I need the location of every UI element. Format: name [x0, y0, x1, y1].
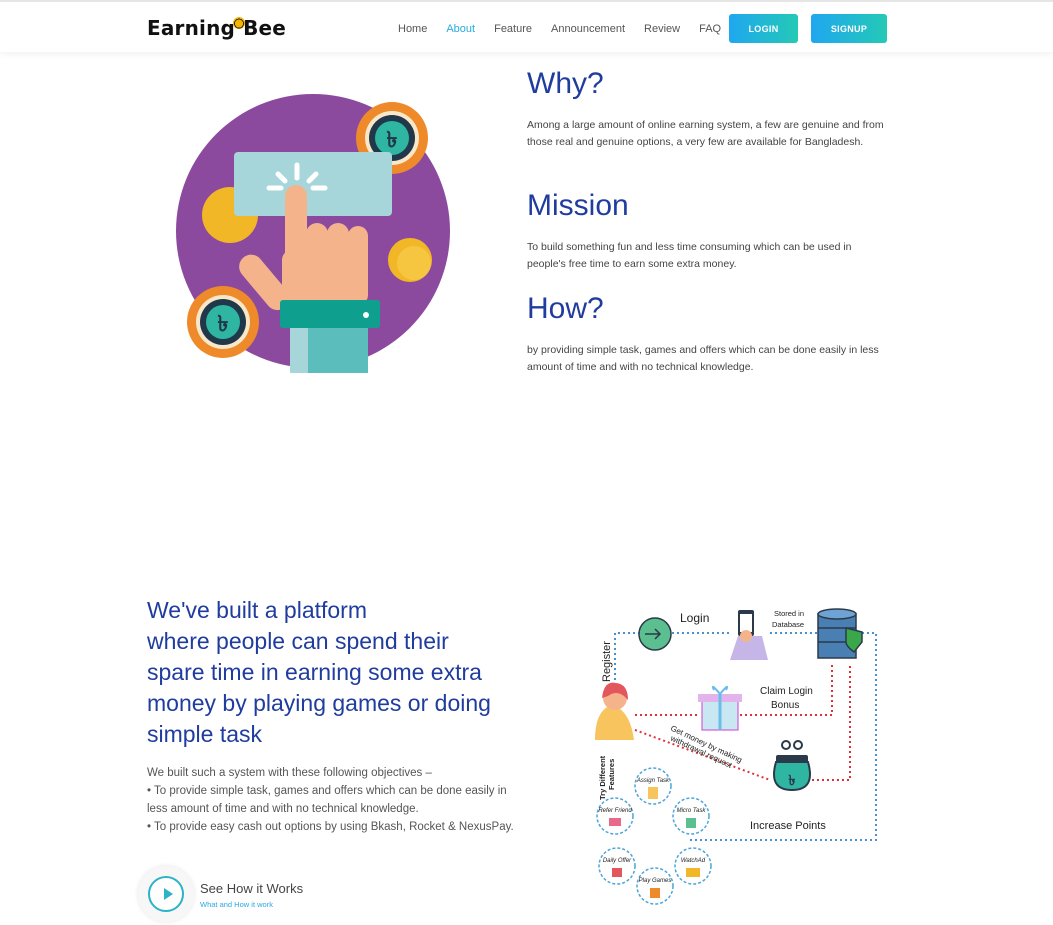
brand-name-part1: Earning: [147, 16, 236, 40]
about-illustration: ৳ ৳: [176, 94, 450, 373]
nav-item-home[interactable]: Home: [398, 23, 427, 35]
see-how-it-works-subtitle[interactable]: What and How it work: [200, 900, 273, 909]
why-block: Why? Among a large amount of online earn…: [527, 64, 892, 151]
platform-heading-line: money by playing games or doing: [147, 690, 491, 716]
login-button[interactable]: LOGIN: [729, 14, 798, 43]
flow-bonus: Bonus: [771, 700, 799, 711]
flow-diagram: Register Login Stored in Database Claim …: [595, 608, 877, 905]
nav-item-about[interactable]: About: [446, 23, 475, 35]
feature-label: Daily Offer: [603, 858, 632, 864]
why-text: Among a large amount of online earning s…: [527, 119, 884, 148]
platform-bullet: • To provide easy cash out options by us…: [147, 821, 514, 833]
feature-label: Play Games: [639, 878, 672, 884]
platform-section: We've built a platform where people can …: [147, 595, 527, 836]
how-text: by providing simple task, games and offe…: [527, 344, 879, 373]
mission-heading: Mission: [527, 189, 629, 222]
platform-bullet: • To provide simple task, games and offe…: [147, 785, 507, 815]
flow-database: Database: [772, 620, 804, 629]
svg-text:৳: ৳: [218, 312, 229, 337]
play-button[interactable]: [138, 866, 194, 922]
why-heading: Why?: [527, 67, 604, 100]
svg-text:৳: ৳: [789, 772, 796, 788]
feature-play-games: [636, 867, 674, 905]
dice-icon: [650, 888, 660, 898]
taka-coin-icon: ৳: [187, 286, 259, 358]
nav-item-faq[interactable]: FAQ: [699, 23, 721, 35]
screen-card: [234, 152, 392, 216]
feature-label: Assign Task: [636, 778, 670, 784]
gift-icon: [698, 685, 742, 731]
task-icon: [686, 818, 696, 828]
feature-label: Micro Task: [677, 808, 707, 814]
handshake-icon: [609, 818, 621, 826]
signup-button[interactable]: SIGNUP: [811, 14, 887, 43]
how-heading: How?: [527, 292, 604, 325]
tv-icon: [686, 868, 700, 877]
flow-try-different: Try Different: [598, 755, 607, 800]
feature-watch-ad: [674, 847, 712, 885]
see-how-it-works-title[interactable]: See How it Works: [200, 881, 303, 896]
svg-text:৳: ৳: [387, 128, 398, 153]
mission-block: Mission To build something fun and less …: [527, 186, 892, 273]
feature-refer-friend: [596, 797, 634, 835]
platform-heading: We've built a platform where people can …: [147, 595, 527, 750]
user-avatar-icon: [595, 682, 634, 740]
feature-micro-task: [672, 797, 710, 835]
flow-features: Features: [607, 759, 616, 790]
phone-icon: [730, 610, 768, 660]
login-icon: [638, 617, 672, 651]
see-how-it-works-link[interactable]: See How it Works What and How it work: [138, 866, 378, 922]
nav-item-feature[interactable]: Feature: [494, 23, 532, 35]
platform-heading-line: where people can spend their: [147, 628, 449, 654]
clipboard-icon: [648, 787, 658, 799]
brand-name-part2: Bee: [243, 16, 287, 40]
flow-claim-login: Claim Login: [760, 686, 813, 697]
platform-description: We built such a system with these follow…: [147, 764, 527, 836]
database-icon: [817, 608, 863, 659]
navbar: Earning Bee Home About Feature Announceme…: [0, 0, 1053, 52]
wallet-icon: ৳: [773, 740, 811, 792]
brand-logo[interactable]: Earning Bee: [147, 16, 286, 40]
flow-increase-points: Increase Points: [750, 820, 826, 832]
how-block: How? by providing simple task, games and…: [527, 289, 892, 376]
flow-login: Login: [680, 611, 709, 625]
flow-register: Register: [601, 641, 613, 682]
platform-heading-line: spare time in earning some extra: [147, 659, 482, 685]
flow-stored-in: Stored in: [774, 609, 804, 618]
nav-menu: Home About Feature Announcement Review F…: [398, 23, 740, 35]
play-icon: [164, 888, 173, 900]
feature-daily-offer: [598, 847, 636, 885]
mission-text: To build something fun and less time con…: [527, 241, 852, 270]
platform-heading-line: We've built a platform: [147, 597, 368, 623]
feature-label: WatchAd: [681, 858, 706, 864]
platform-heading-line: simple task: [147, 721, 263, 747]
feature-label: Refer Friend: [598, 808, 632, 814]
nav-item-review[interactable]: Review: [644, 23, 680, 35]
platform-intro: We built such a system with these follow…: [147, 767, 432, 779]
nav-item-announcement[interactable]: Announcement: [551, 23, 625, 35]
offer-icon: [612, 868, 622, 877]
